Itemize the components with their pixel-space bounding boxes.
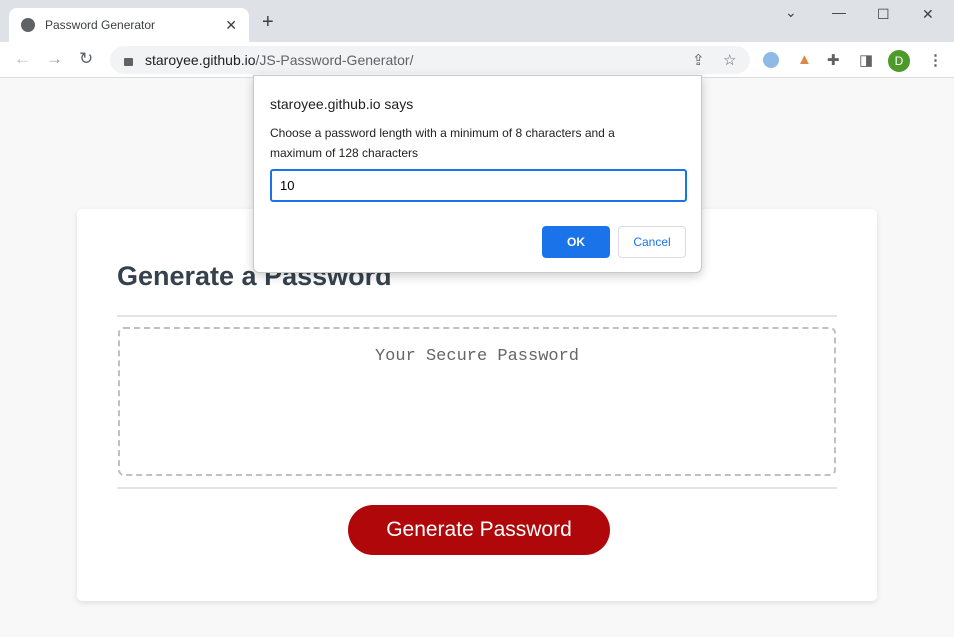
tab-title: Password Generator: [45, 18, 156, 32]
forward-icon[interactable]: →: [46, 49, 63, 69]
share-icon[interactable]: ⇪: [692, 51, 705, 69]
maximize-icon[interactable]: ☐: [877, 6, 890, 23]
cancel-button[interactable]: Cancel: [618, 226, 686, 258]
address-bar[interactable]: staroyee.github.io/JS-Password-Generator…: [110, 46, 750, 74]
divider: [117, 487, 837, 489]
browser-tab[interactable]: Password Generator ✕: [9, 8, 249, 42]
minimize-icon[interactable]: —: [832, 4, 846, 20]
side-panel-icon[interactable]: ◨: [859, 51, 873, 69]
star-icon[interactable]: ☆: [723, 51, 736, 69]
tab-search-icon[interactable]: ⌄: [785, 4, 797, 21]
password-output[interactable]: Your Secure Password: [118, 327, 836, 476]
close-tab-icon[interactable]: ✕: [225, 17, 237, 34]
prompt-dialog: staroyee.github.io says Choose a passwor…: [253, 75, 702, 273]
url-path: /JS-Password-Generator/: [255, 52, 414, 68]
generate-password-button[interactable]: Generate Password: [348, 505, 610, 555]
extension-icon[interactable]: [763, 52, 779, 68]
rocket-extension-icon[interactable]: ▲: [797, 51, 812, 68]
dialog-message: Choose a password length with a minimum …: [270, 126, 615, 160]
dialog-origin: staroyee.github.io says: [270, 96, 414, 112]
puzzle-icon[interactable]: ✚: [827, 51, 840, 69]
lock-icon: [124, 58, 133, 66]
back-icon[interactable]: ←: [14, 49, 31, 69]
password-length-input[interactable]: [270, 169, 687, 202]
close-window-icon[interactable]: ✕: [922, 6, 934, 23]
url-domain: staroyee.github.io: [145, 52, 256, 68]
browser-toolbar: ← → ↻ staroyee.github.io/JS-Password-Gen…: [0, 42, 954, 78]
reload-icon[interactable]: ↻: [79, 49, 93, 69]
ok-button[interactable]: OK: [542, 226, 610, 258]
avatar[interactable]: D: [888, 50, 910, 72]
new-tab-icon[interactable]: +: [262, 11, 274, 34]
globe-icon: [21, 18, 35, 32]
tab-strip: Password Generator ✕ + ⌄ — ☐ ✕: [0, 0, 954, 42]
divider: [117, 315, 837, 317]
menu-icon[interactable]: ⋮: [928, 51, 943, 69]
